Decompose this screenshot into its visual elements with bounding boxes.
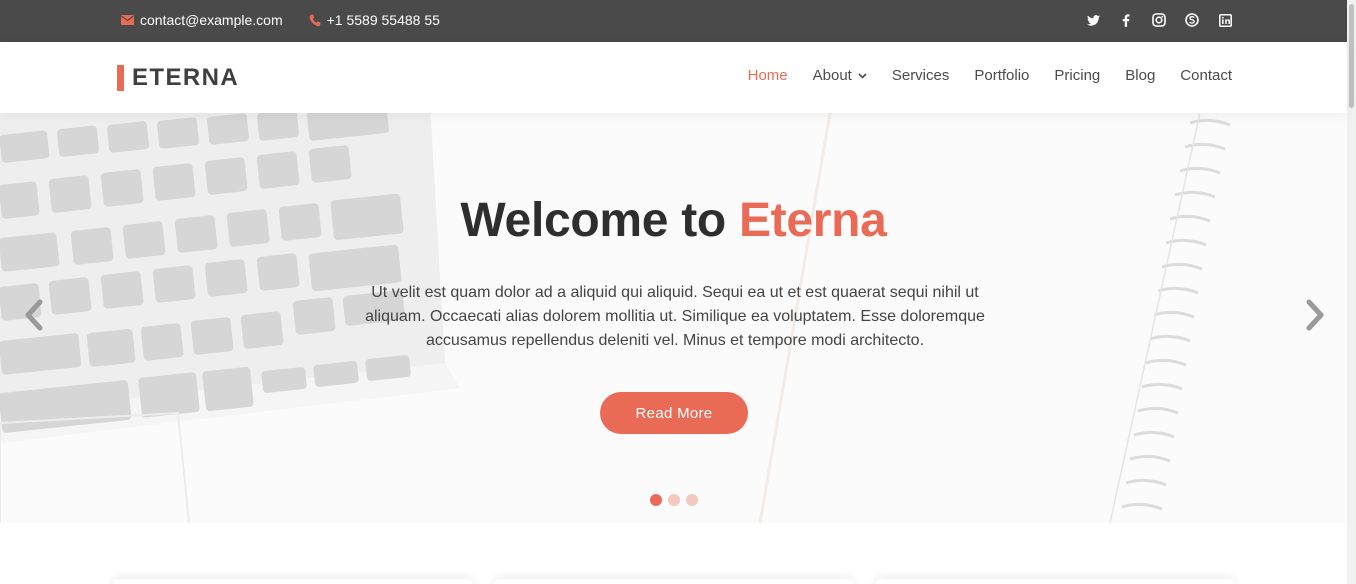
chevron-down-icon[interactable] <box>858 72 867 79</box>
hero-title-prefix: Welcome to <box>460 194 739 247</box>
nav-blog-label[interactable]: Blog <box>1125 67 1155 84</box>
carousel-dot-2[interactable] <box>668 494 680 506</box>
hero-description: Ut velit est quam dolor ad a aliquid qui… <box>365 284 985 349</box>
nav-portfolio[interactable]: Portfolio <box>974 67 1029 84</box>
logo-text[interactable]: ETERNA <box>132 64 239 92</box>
nav-pricing-label[interactable]: Pricing <box>1054 67 1100 84</box>
contact-info: contact@example.com +1 5589 55488 55 <box>121 12 440 28</box>
nav-home[interactable]: Home <box>748 67 788 84</box>
read-more-button[interactable]: Read More <box>600 392 748 434</box>
chevron-right-icon[interactable] <box>1305 299 1325 336</box>
hero-carousel: Welcome to Eterna Ut velit est quam dolo… <box>0 113 1347 523</box>
instagram-icon[interactable] <box>1152 13 1166 27</box>
top-bar: contact@example.com +1 5589 55488 55 <box>0 0 1347 42</box>
twitter-icon[interactable] <box>1086 13 1100 27</box>
featured-card-3 <box>875 579 1235 584</box>
phone-icon <box>309 14 321 27</box>
hero-title-accent: Eterna <box>738 194 887 247</box>
logo-bar <box>117 65 124 91</box>
carousel-prev-button[interactable] <box>22 299 46 335</box>
nav-portfolio-label[interactable]: Portfolio <box>974 67 1029 84</box>
featured-card-2 <box>494 579 854 584</box>
email-item[interactable]: contact@example.com <box>121 12 283 28</box>
phone-item[interactable]: +1 5589 55488 55 <box>309 12 440 28</box>
site-header: ETERNA Home About Services Portfolio Pri… <box>0 42 1347 113</box>
nav-blog[interactable]: Blog <box>1125 67 1155 84</box>
carousel-dot-1[interactable] <box>650 494 662 506</box>
logo[interactable]: ETERNA <box>117 64 239 92</box>
featured-card-1 <box>113 579 473 584</box>
carousel-dot-3[interactable] <box>686 494 698 506</box>
social-links <box>1086 13 1232 27</box>
nav-about[interactable]: About <box>813 67 867 84</box>
email-text[interactable]: contact@example.com <box>140 12 283 28</box>
envelope-icon <box>121 15 134 25</box>
facebook-icon[interactable] <box>1119 13 1133 27</box>
carousel-indicators <box>650 494 698 506</box>
hero-title: Welcome to Eterna <box>0 193 1347 248</box>
nav-contact[interactable]: Contact <box>1180 67 1232 84</box>
nav-contact-label[interactable]: Contact <box>1180 67 1232 84</box>
nav-home-label[interactable]: Home <box>748 67 788 84</box>
nav-services-label[interactable]: Services <box>892 67 950 84</box>
nav-pricing[interactable]: Pricing <box>1054 67 1100 84</box>
featured-section <box>0 523 1347 584</box>
scrollbar-thumb[interactable] <box>1349 4 1354 108</box>
chevron-left-icon[interactable] <box>24 299 44 336</box>
linkedin-icon[interactable] <box>1218 13 1232 27</box>
nav-about-label[interactable]: About <box>813 67 852 84</box>
page-scrollbar[interactable] <box>1347 0 1356 584</box>
main-nav: Home About Services Portfolio Pricing Bl… <box>748 67 1232 84</box>
carousel-next-button[interactable] <box>1303 299 1327 335</box>
skype-icon[interactable] <box>1185 13 1199 27</box>
nav-services[interactable]: Services <box>892 67 950 84</box>
phone-text[interactable]: +1 5589 55488 55 <box>327 12 440 28</box>
